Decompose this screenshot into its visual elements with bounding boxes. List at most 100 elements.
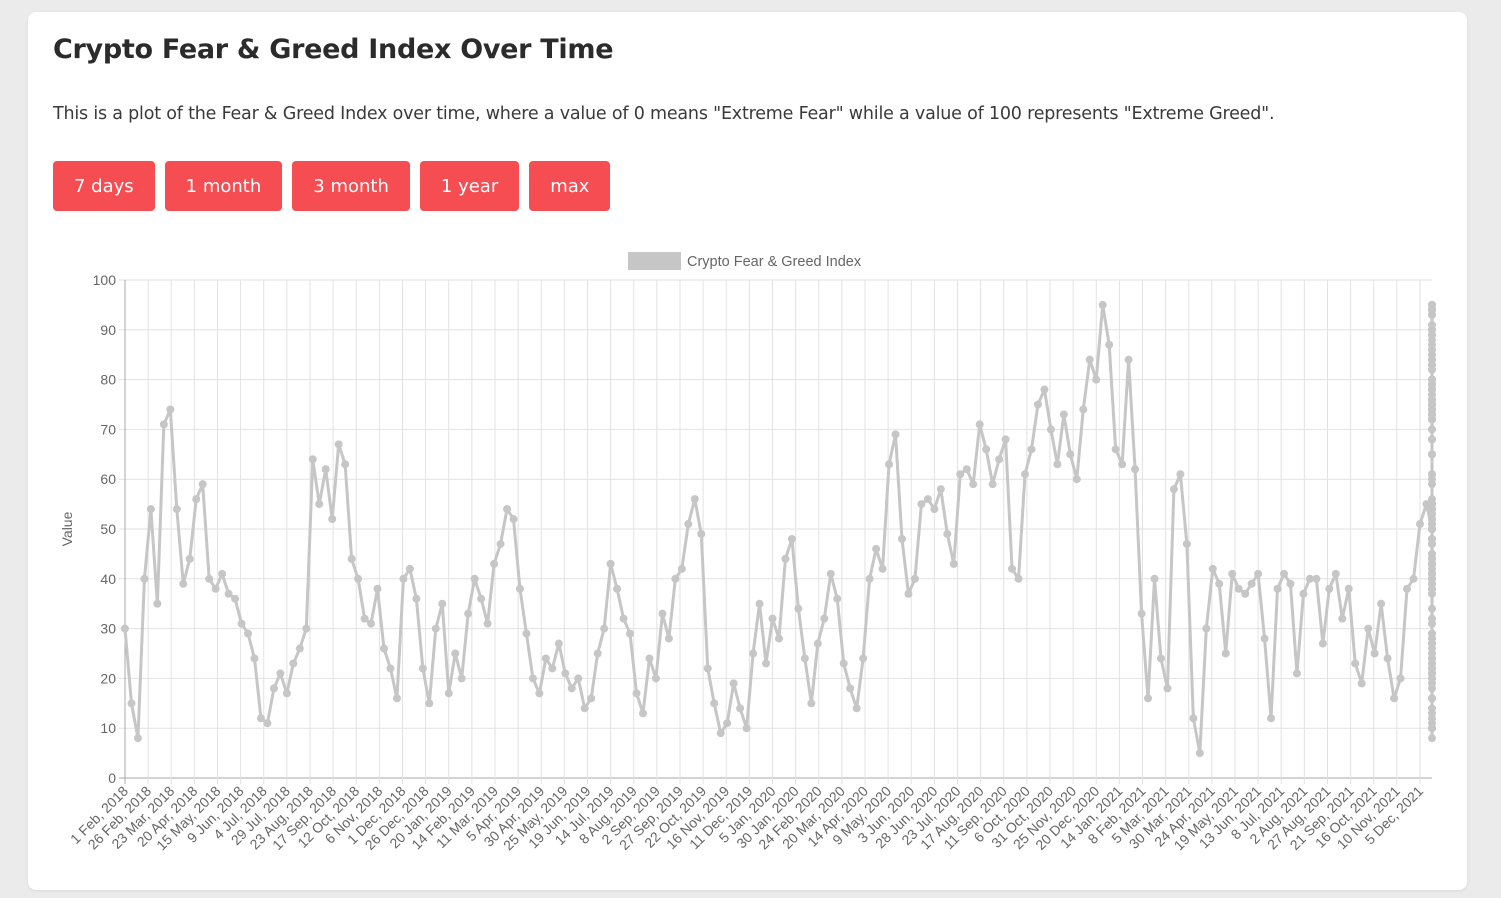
data-point [587, 694, 596, 703]
data-point [315, 500, 324, 509]
data-point [768, 614, 777, 623]
data-point [360, 614, 369, 623]
chart-grid [119, 279, 1432, 784]
data-point [1215, 579, 1224, 588]
data-point [1124, 355, 1133, 364]
data-point [1428, 385, 1436, 394]
data-point [218, 569, 227, 578]
data-point [613, 584, 622, 593]
data-point [910, 574, 919, 583]
data-point [736, 704, 745, 713]
data-point [224, 589, 233, 598]
data-point [820, 614, 829, 623]
data-point [1331, 569, 1340, 578]
legend-label: Crypto Fear & Greed Index [687, 254, 862, 270]
data-point [1428, 505, 1436, 514]
data-point [1254, 569, 1263, 578]
data-point [729, 679, 738, 688]
data-point [1428, 425, 1436, 434]
data-point [1066, 450, 1075, 459]
data-point [1428, 654, 1436, 663]
fear-greed-chart: 0 10 20 30 40 50 60 70 80 90 100 1 Feb, 201826 Feb… [59, 252, 1436, 853]
data-point [852, 704, 861, 713]
data-point [425, 699, 434, 708]
data-point [269, 684, 278, 693]
data-point [153, 599, 162, 608]
data-point [1040, 385, 1049, 394]
data-point [451, 649, 460, 658]
data-point [1428, 549, 1436, 558]
data-point [1364, 624, 1373, 633]
data-point [1008, 564, 1017, 573]
data-point [1428, 435, 1436, 444]
data-point [548, 664, 557, 673]
data-point [1208, 564, 1217, 573]
data-point [930, 505, 939, 514]
data-point [470, 574, 479, 583]
data-point [509, 515, 518, 524]
chart-legend[interactable]: Crypto Fear & Greed Index [628, 252, 862, 270]
data-point [632, 689, 641, 698]
data-point [1221, 649, 1230, 658]
data-point [710, 699, 719, 708]
data-point [477, 594, 486, 603]
data-point [1428, 734, 1436, 743]
y-tick-label: 0 [108, 770, 116, 786]
data-point [1176, 470, 1185, 479]
data-point [1131, 465, 1140, 474]
data-point [1428, 704, 1436, 713]
data-point [826, 569, 835, 578]
data-point [626, 629, 635, 638]
data-point [1150, 574, 1159, 583]
data-point [859, 654, 868, 663]
data-point [1092, 375, 1101, 384]
data-point [936, 485, 945, 494]
data-point [846, 684, 855, 693]
data-point [1189, 714, 1198, 723]
y-tick-label: 70 [100, 421, 116, 437]
data-point [172, 505, 181, 514]
data-point [742, 724, 751, 733]
y-tick-label: 10 [100, 720, 116, 736]
data-point [638, 709, 647, 718]
data-point [1428, 564, 1436, 573]
data-point [263, 719, 272, 728]
data-point [1428, 634, 1436, 643]
data-point [379, 644, 388, 653]
data-point [995, 455, 1004, 464]
data-point [1403, 584, 1412, 593]
data-point [1428, 684, 1436, 693]
data-point [923, 495, 932, 504]
data-point [943, 529, 952, 538]
data-point [328, 515, 337, 524]
data-point [392, 694, 401, 703]
data-point [904, 589, 913, 598]
y-tick-label: 30 [100, 621, 116, 637]
data-point [1428, 694, 1436, 703]
data-point [703, 664, 712, 673]
data-point [302, 624, 311, 633]
data-point [1163, 684, 1172, 693]
data-point [1046, 425, 1055, 434]
data-point [561, 669, 570, 678]
data-point [1292, 669, 1301, 678]
data-point [1428, 525, 1436, 533]
data-point [321, 465, 330, 474]
y-tick-label: 90 [100, 322, 116, 338]
data-point [250, 654, 259, 663]
data-point [1428, 325, 1436, 334]
data-point [1299, 589, 1308, 598]
data-point [1428, 355, 1436, 364]
data-point [787, 534, 796, 543]
data-point [515, 584, 524, 593]
data-point [982, 445, 991, 454]
data-point [833, 594, 842, 603]
data-point [541, 654, 550, 663]
data-point [1273, 584, 1282, 593]
data-point [444, 689, 453, 698]
data-point [295, 644, 304, 653]
data-point [1428, 480, 1436, 489]
data-point [198, 480, 207, 489]
data-point [762, 659, 771, 668]
data-point [256, 714, 265, 723]
